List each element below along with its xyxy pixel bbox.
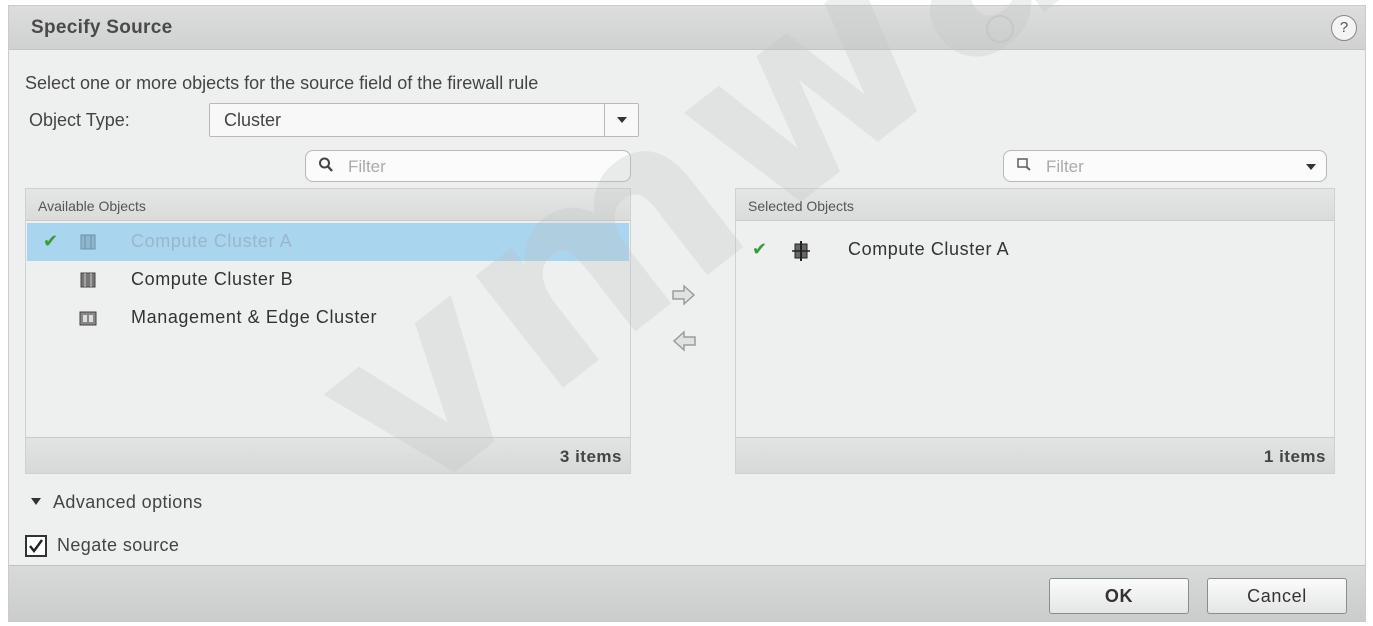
selected-objects-footer: 1 items — [736, 437, 1334, 473]
list-item[interactable]: Management & Edge Cluster — [27, 299, 629, 337]
available-filter-placeholder: Filter — [348, 157, 386, 176]
cluster-icon — [79, 271, 97, 289]
dialog-titlebar: Specify Source ? — [9, 6, 1365, 50]
selected-objects-panel: Selected Objects ✔ Compute Cluster A 1 i… — [735, 188, 1335, 474]
available-objects-header: Available Objects — [26, 189, 630, 221]
help-icon[interactable]: ? — [1331, 15, 1357, 41]
object-type-select[interactable]: Cluster — [209, 103, 639, 137]
search-icon — [1016, 156, 1032, 179]
list-item[interactable]: ✔ Compute Cluster A — [27, 223, 629, 261]
selected-objects-header: Selected Objects — [736, 189, 1334, 221]
negate-source-label: Negate source — [57, 535, 180, 555]
list-item-label: Compute Cluster A — [131, 231, 293, 251]
add-selected-button[interactable] — [669, 282, 699, 308]
available-count: 3 items — [559, 447, 622, 466]
selected-filter-placeholder: Filter — [1046, 157, 1084, 176]
cancel-button[interactable]: Cancel — [1207, 578, 1347, 614]
title-decoration — [986, 15, 1014, 43]
specify-source-dialog: Specify Source ? Select one or more obje… — [8, 5, 1366, 622]
list-item-label: Compute Cluster B — [131, 269, 294, 289]
available-objects-panel: Available Objects ✔ Compute Cluster A Co… — [25, 188, 631, 474]
advanced-options-label: Advanced options — [53, 492, 203, 512]
available-objects-footer: 3 items — [26, 437, 630, 473]
instruction-text: Select one or more objects for the sourc… — [25, 73, 539, 93]
list-item-label: Compute Cluster A — [848, 239, 1010, 259]
cluster-icon — [792, 241, 810, 261]
check-icon: ✔ — [752, 239, 768, 259]
search-icon — [318, 156, 334, 179]
cluster-icon — [79, 309, 97, 327]
object-type-value: Cluster — [224, 110, 282, 130]
list-item-label: Management & Edge Cluster — [131, 307, 378, 327]
object-type-label: Object Type: — [29, 110, 130, 130]
list-item[interactable]: Compute Cluster B — [27, 261, 629, 299]
check-icon: ✔ — [43, 231, 59, 251]
checkbox-checked-icon[interactable] — [25, 535, 47, 557]
remove-selected-button[interactable] — [669, 328, 699, 354]
advanced-options-toggle[interactable]: Advanced options — [31, 492, 203, 513]
dialog-footer: OK Cancel — [9, 565, 1365, 621]
selected-filter-input[interactable]: Filter — [1003, 150, 1327, 182]
triangle-down-icon — [31, 498, 41, 505]
filter-dropdown-icon[interactable] — [1306, 164, 1316, 170]
chevron-down-icon[interactable] — [604, 104, 638, 136]
available-filter-input[interactable]: Filter — [305, 150, 631, 182]
ok-button[interactable]: OK — [1049, 578, 1189, 614]
dialog-title: Specify Source — [31, 17, 173, 38]
selected-count: 1 items — [1263, 447, 1326, 466]
cluster-icon — [79, 233, 97, 251]
